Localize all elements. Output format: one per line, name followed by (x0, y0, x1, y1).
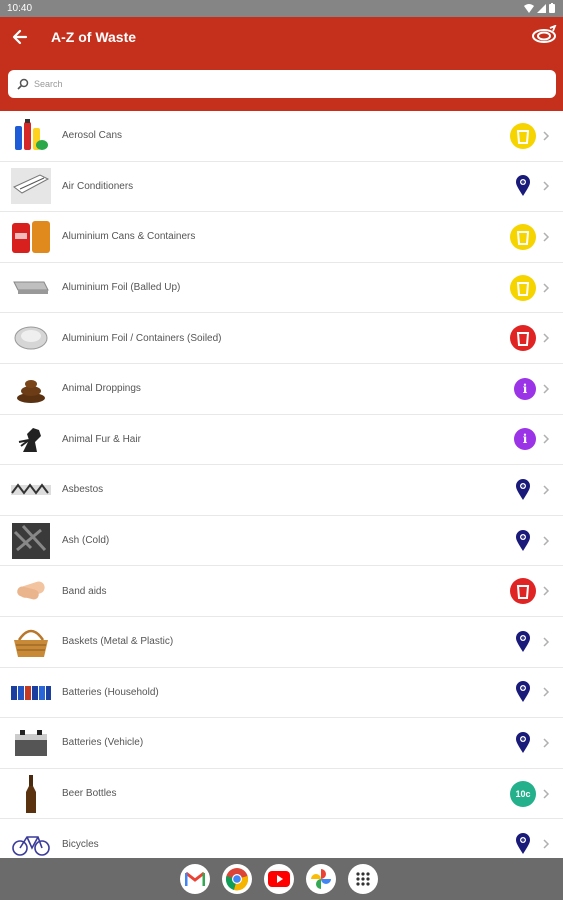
location-pin-icon (510, 831, 536, 857)
back-arrow-icon[interactable] (10, 27, 30, 47)
band-aids-icon (9, 572, 53, 610)
aluminium-cans-icon (9, 218, 53, 256)
foil-container-icon (9, 319, 53, 357)
info-icon: i (514, 377, 536, 400)
yellow-bin-icon (510, 274, 536, 301)
deposit-value: 10c (515, 788, 531, 799)
chevron-right-icon (543, 586, 550, 596)
list-item[interactable]: Ash (Cold) (0, 516, 563, 567)
vehicle-battery-icon (9, 724, 53, 762)
list-item[interactable]: Aluminium Foil (Balled Up) (0, 263, 563, 314)
list-item[interactable]: Animal Droppings i (0, 364, 563, 415)
location-pin-icon (510, 173, 536, 199)
chevron-right-icon (543, 687, 550, 697)
deposit-refund-badge: 10c (510, 780, 536, 807)
app-drawer-icon[interactable] (348, 864, 378, 894)
red-bin-icon (510, 325, 536, 352)
chevron-right-icon (543, 788, 550, 799)
list-item[interactable]: Aluminium Foil / Containers (Soiled) (0, 313, 563, 364)
item-label: Batteries (Household) (62, 686, 159, 698)
location-pin-icon (510, 629, 536, 655)
yellow-bin-icon (510, 223, 536, 250)
chevron-right-icon (543, 637, 550, 647)
chevron-right-icon (543, 536, 550, 546)
item-label: Band aids (62, 585, 107, 597)
household-batteries-icon (9, 673, 53, 711)
list-item[interactable]: Band aids (0, 566, 563, 617)
yellow-bin-icon (510, 122, 536, 149)
basket-icon (9, 623, 53, 661)
item-label: Batteries (Vehicle) (62, 737, 144, 749)
waste-item-list: Aerosol Cans Air Conditioners Aluminium Ca… (0, 111, 563, 858)
chevron-right-icon (543, 738, 550, 748)
status-icons (524, 3, 555, 13)
gmail-icon[interactable] (180, 864, 210, 894)
chevron-right-icon (543, 232, 550, 242)
item-label: Animal Droppings (62, 383, 141, 395)
location-pin-icon (510, 477, 536, 503)
youtube-icon[interactable] (264, 864, 294, 894)
item-label: Animal Fur & Hair (62, 433, 141, 445)
item-label: Air Conditioners (62, 180, 134, 192)
list-item[interactable]: Batteries (Household) (0, 668, 563, 719)
list-item[interactable]: Baskets (Metal & Plastic) (0, 617, 563, 668)
red-bin-icon (510, 578, 536, 605)
item-label: Bicycles (62, 838, 99, 850)
status-bar: 10:40 (0, 0, 563, 17)
signal-icon (537, 3, 546, 13)
animal-droppings-icon (9, 370, 53, 408)
wifi-icon (524, 3, 534, 13)
location-pin-icon (510, 730, 536, 756)
item-label: Asbestos (62, 484, 104, 496)
item-label: Ash (Cold) (62, 535, 110, 547)
item-label: Aluminium Foil / Containers (Soiled) (62, 332, 222, 344)
list-item[interactable]: Animal Fur & Hair i (0, 415, 563, 466)
chevron-right-icon (543, 434, 550, 444)
search-icon (17, 78, 29, 90)
list-item[interactable]: Air Conditioners (0, 162, 563, 213)
chevron-right-icon (543, 384, 550, 394)
list-item[interactable]: Bicycles (0, 819, 563, 858)
list-item[interactable]: Asbestos (0, 465, 563, 516)
chevron-right-icon (543, 485, 550, 495)
search-bar[interactable] (8, 70, 556, 98)
item-label: Beer Bottles (62, 788, 117, 800)
location-pin-icon (510, 679, 536, 705)
list-item[interactable]: Beer Bottles 10c (0, 769, 563, 820)
beer-bottle-icon (9, 774, 53, 813)
chevron-right-icon (543, 131, 550, 141)
taskbar (0, 858, 563, 900)
list-item[interactable]: Batteries (Vehicle) (0, 718, 563, 769)
page-title: A-Z of Waste (51, 29, 137, 45)
item-label: Aluminium Foil (Balled Up) (62, 282, 181, 294)
chevron-right-icon (543, 181, 550, 191)
chevron-right-icon (543, 839, 550, 849)
list-item[interactable]: Aluminium Cans & Containers (0, 212, 563, 263)
item-label: Baskets (Metal & Plastic) (62, 636, 174, 648)
battery-icon (549, 3, 555, 13)
info-icon: i (514, 428, 536, 451)
animal-fur-icon (9, 420, 53, 458)
app-dock (180, 864, 378, 894)
photos-icon[interactable] (306, 864, 336, 894)
item-label: Aerosol Cans (62, 130, 123, 142)
aluminium-foil-icon (9, 269, 53, 307)
list-item[interactable]: Aerosol Cans (0, 111, 563, 162)
status-time: 10:40 (7, 3, 33, 14)
item-label: Aluminium Cans & Containers (62, 231, 196, 243)
council-logo-icon (532, 25, 557, 43)
app-bar: A-Z of Waste (0, 17, 563, 111)
chevron-right-icon (543, 283, 550, 293)
aerosol-cans-icon (9, 117, 53, 155)
asbestos-icon (9, 471, 53, 509)
ash-icon (9, 522, 53, 560)
location-pin-icon (510, 528, 536, 554)
air-conditioner-icon (9, 167, 53, 205)
chevron-right-icon (543, 333, 550, 343)
bicycle-icon (9, 825, 53, 858)
search-input[interactable] (34, 74, 544, 94)
chrome-icon[interactable] (222, 864, 252, 894)
